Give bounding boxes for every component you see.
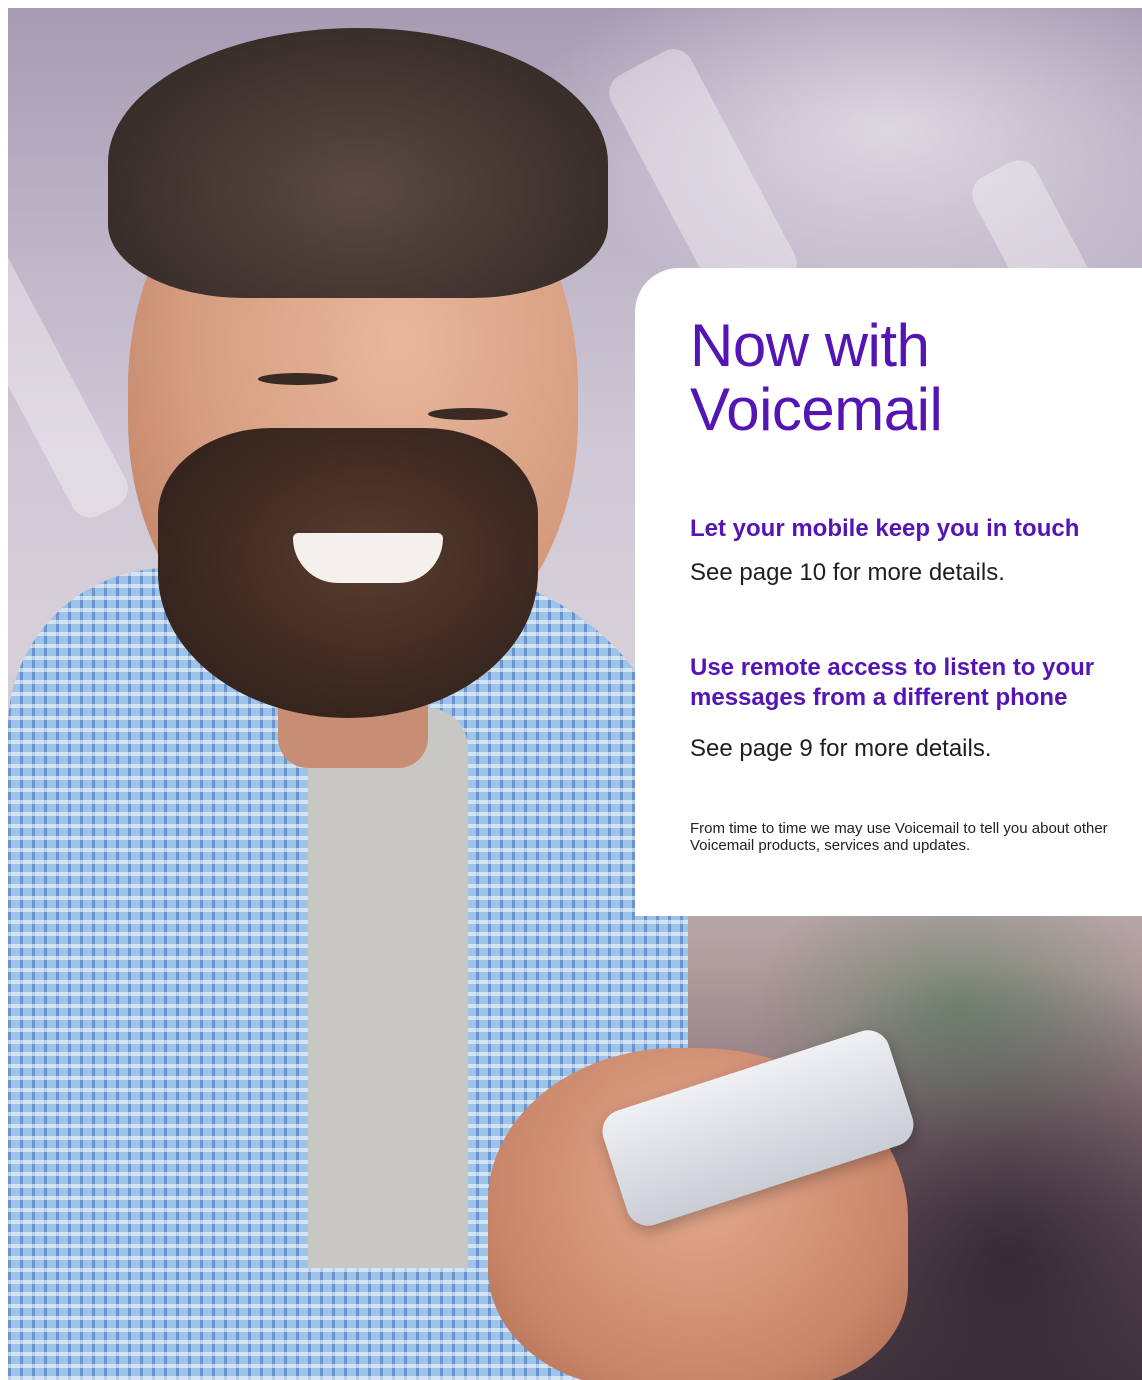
page-title: Now with Voicemail [690, 312, 943, 443]
voicemail-info-card: Now with Voicemail Let your mobile keep … [635, 268, 1142, 916]
feature-1-heading: Let your mobile keep you in touch [690, 515, 1080, 542]
feature-2-detail: See page 9 for more details. [690, 735, 992, 762]
light-streak [8, 231, 135, 525]
title-line-1: Now with [690, 312, 930, 379]
feature-2-heading: Use remote access to listen to your mess… [690, 653, 1094, 713]
hair [108, 28, 608, 298]
feature-2-heading-line-1: Use remote access to listen to your [690, 654, 1095, 681]
left-eye [258, 373, 338, 385]
smile [293, 533, 443, 583]
feature-1-detail: See page 10 for more details. [690, 559, 1005, 586]
page: Now with Voicemail Let your mobile keep … [0, 0, 1142, 1380]
grey-tshirt [308, 708, 468, 1268]
right-eye [428, 408, 508, 420]
disclaimer-text: From time to time we may use Voicemail t… [690, 820, 1108, 854]
title-line-2: Voicemail [690, 376, 943, 443]
feature-2-heading-line-2: messages from a different phone [690, 684, 1068, 711]
